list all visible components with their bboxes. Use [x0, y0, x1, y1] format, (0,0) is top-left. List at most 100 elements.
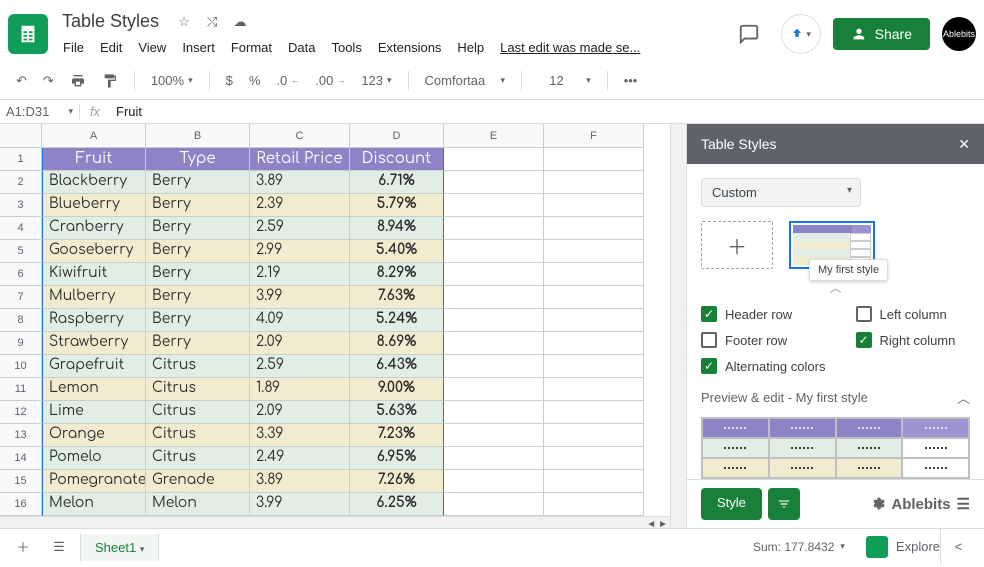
check-left-column[interactable]: Left column — [856, 306, 971, 322]
cell[interactable] — [444, 355, 544, 378]
menu-help[interactable]: Help — [450, 36, 491, 59]
cell[interactable]: Berry — [146, 240, 250, 263]
cell[interactable]: Berry — [146, 217, 250, 240]
row-header[interactable]: 8 — [0, 309, 42, 332]
cell[interactable] — [544, 401, 644, 424]
cell[interactable]: Blackberry — [42, 171, 146, 194]
cell[interactable]: Citrus — [146, 355, 250, 378]
cell[interactable]: 5.24% — [350, 309, 444, 332]
row-header[interactable]: 1 — [0, 148, 42, 171]
cell[interactable] — [544, 194, 644, 217]
format-number[interactable]: 123 ▾ — [355, 69, 397, 92]
template-thumbnail[interactable]: My first style — [789, 221, 875, 269]
row-header[interactable]: 3 — [0, 194, 42, 217]
cell[interactable]: Kiwifruit — [42, 263, 146, 286]
avatar[interactable]: Ablebits — [942, 17, 976, 51]
column-header[interactable]: B — [146, 124, 250, 148]
cell[interactable]: 6.43% — [350, 355, 444, 378]
sheets-logo[interactable] — [8, 14, 48, 54]
select-all-corner[interactable] — [0, 124, 42, 148]
cell[interactable]: 5.63% — [350, 401, 444, 424]
row-header[interactable]: 16 — [0, 493, 42, 516]
redo-icon[interactable]: ↷ — [37, 69, 60, 93]
print-icon[interactable] — [64, 69, 92, 93]
cell[interactable]: Retail Price — [250, 148, 350, 171]
cell[interactable] — [444, 332, 544, 355]
cell[interactable] — [544, 309, 644, 332]
cell[interactable]: Cranberry — [42, 217, 146, 240]
row-header[interactable]: 4 — [0, 217, 42, 240]
format-currency[interactable]: $ — [220, 69, 239, 92]
cell[interactable] — [544, 378, 644, 401]
cell[interactable]: Citrus — [146, 424, 250, 447]
cell[interactable]: Berry — [146, 309, 250, 332]
menu-view[interactable]: View — [131, 36, 173, 59]
cell[interactable] — [544, 355, 644, 378]
cell[interactable]: 7.63% — [350, 286, 444, 309]
menu-file[interactable]: File — [56, 36, 91, 59]
cell[interactable] — [544, 424, 644, 447]
check-header-row[interactable]: ✓Header row — [701, 306, 816, 322]
cell[interactable]: 3.99 — [250, 286, 350, 309]
column-header[interactable]: D — [350, 124, 444, 148]
row-header[interactable]: 13 — [0, 424, 42, 447]
row-header[interactable]: 9 — [0, 332, 42, 355]
cell[interactable]: Lime — [42, 401, 146, 424]
cell[interactable]: 2.09 — [250, 332, 350, 355]
cell[interactable]: Fruit — [42, 148, 146, 171]
increase-decimal-icon[interactable]: .00→ — [309, 69, 351, 92]
style-category-select[interactable]: Custom — [701, 178, 861, 207]
quicksum[interactable]: Sum: 177.8432▾ — [742, 535, 856, 559]
zoom-select[interactable]: 100% ▾ — [145, 69, 199, 92]
cell[interactable] — [544, 263, 644, 286]
sidebar-collapse-icon[interactable]: < — [940, 529, 976, 565]
column-header[interactable]: F — [544, 124, 644, 148]
column-header[interactable]: E — [444, 124, 544, 148]
cell[interactable] — [544, 286, 644, 309]
cell[interactable]: Citrus — [146, 378, 250, 401]
doc-title[interactable]: Table Styles — [56, 9, 165, 34]
cell[interactable] — [444, 263, 544, 286]
cell[interactable] — [444, 148, 544, 171]
cell[interactable] — [444, 401, 544, 424]
row-header[interactable]: 2 — [0, 171, 42, 194]
cell[interactable]: Berry — [146, 332, 250, 355]
cell[interactable]: Berry — [146, 194, 250, 217]
cell[interactable] — [444, 309, 544, 332]
row-header[interactable]: 6 — [0, 263, 42, 286]
cell[interactable]: Citrus — [146, 401, 250, 424]
cell[interactable]: 2.59 — [250, 217, 350, 240]
cell[interactable] — [444, 171, 544, 194]
cell[interactable]: 6.25% — [350, 493, 444, 516]
cell[interactable] — [444, 240, 544, 263]
cell[interactable]: 2.19 — [250, 263, 350, 286]
share-button[interactable]: Share — [833, 18, 930, 50]
cell[interactable]: Berry — [146, 171, 250, 194]
vertical-scrollbar[interactable] — [670, 124, 686, 528]
cell[interactable] — [544, 148, 644, 171]
formula-bar[interactable]: Fruit — [110, 104, 984, 119]
cell[interactable]: 9.00% — [350, 378, 444, 401]
check-right-column[interactable]: ✓Right column — [856, 332, 971, 348]
cell[interactable]: Pomelo — [42, 447, 146, 470]
paint-format-icon[interactable] — [96, 69, 124, 93]
menu-extensions[interactable]: Extensions — [371, 36, 449, 59]
cell[interactable]: 2.59 — [250, 355, 350, 378]
last-edit-link[interactable]: Last edit was made se... — [493, 36, 647, 59]
row-header[interactable]: 11 — [0, 378, 42, 401]
cell[interactable] — [444, 424, 544, 447]
explore-button[interactable]: Explore — [866, 536, 940, 558]
cell[interactable]: 3.89 — [250, 470, 350, 493]
cell[interactable] — [544, 470, 644, 493]
cell[interactable]: Gooseberry — [42, 240, 146, 263]
cell[interactable]: Melon — [146, 493, 250, 516]
cell[interactable] — [444, 470, 544, 493]
cell[interactable] — [544, 240, 644, 263]
add-sheet-button[interactable]: ＋ — [8, 532, 38, 562]
font-select[interactable]: Comfortaa ▾ — [419, 69, 511, 92]
check-alternating-colors[interactable]: ✓Alternating colors — [701, 358, 970, 374]
cell[interactable]: 2.09 — [250, 401, 350, 424]
cell[interactable] — [544, 217, 644, 240]
cell[interactable]: 7.23% — [350, 424, 444, 447]
collapse-icon[interactable]: ︿ — [701, 279, 970, 296]
